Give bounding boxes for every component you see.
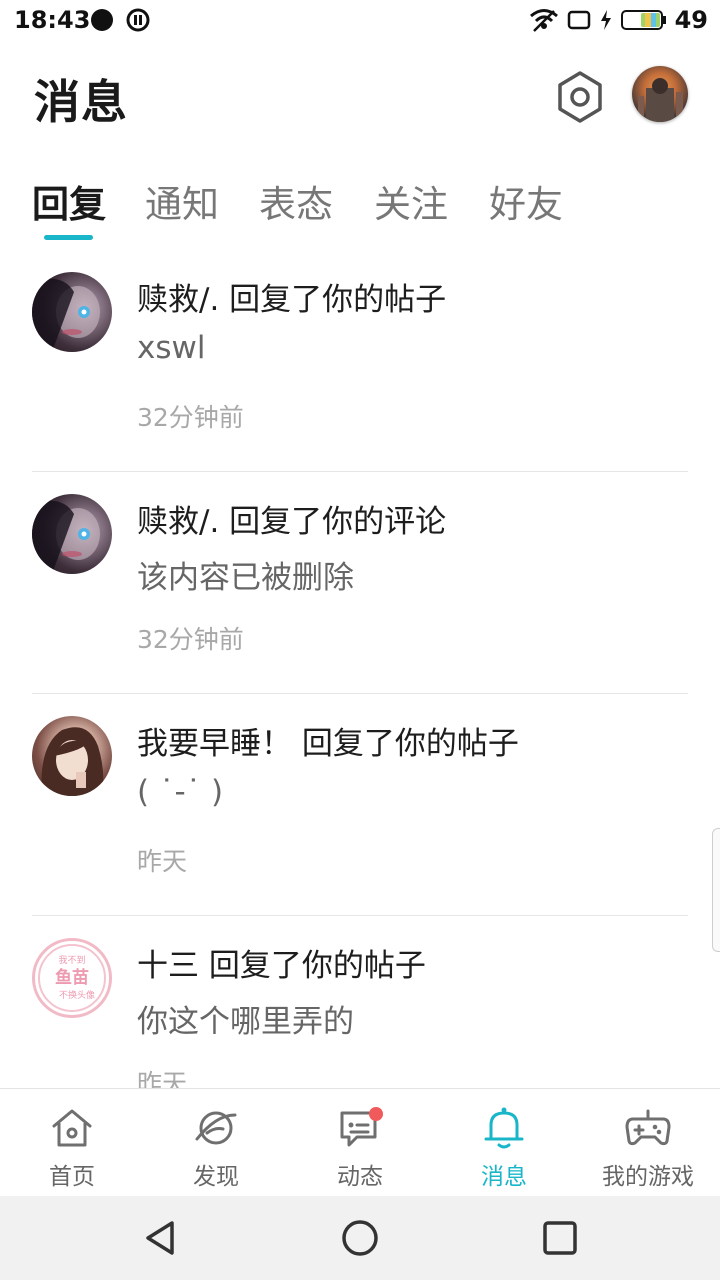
avatar-image (32, 500, 100, 574)
message-body: 你这个哪里弄的 (137, 1004, 354, 1040)
message-title: 赎救/. 回复了你的评论 (137, 504, 447, 540)
tab-friends[interactable]: 好友 (489, 174, 563, 228)
pause-icon (126, 8, 150, 32)
avatar[interactable] (32, 716, 112, 796)
tab-notifications[interactable]: 通知 (145, 174, 219, 228)
screen-icon (567, 10, 590, 30)
settings-hexagon-icon (558, 71, 602, 123)
battery-icon (620, 10, 666, 30)
nav-discover[interactable]: 发现 (144, 1089, 288, 1197)
message-time: 32分钟前 (137, 625, 244, 654)
avatar[interactable]: 我不到 鱼苗 不换头像 (32, 938, 112, 1018)
avatar[interactable] (32, 272, 112, 352)
list-item[interactable]: 赎救/. 回复了你的帖子 xswl 32分钟前 (0, 250, 720, 472)
battery-level: 49 (674, 6, 708, 34)
message-title: 我要早睡！ 回复了你的帖子 (137, 726, 519, 762)
nav-label: 首页 (49, 1164, 95, 1190)
message-body: 该内容已被删除 (137, 560, 354, 596)
bell-icon (484, 1107, 524, 1149)
message-title: 十三 回复了你的帖子 (137, 948, 426, 984)
bottom-navigation: 首页 发现 动态 消息 我的游戏 (0, 1088, 720, 1196)
avatar-image (41, 727, 104, 796)
list-item[interactable]: 我不到 鱼苗 不换头像 十三 回复了你的帖子 你这个哪里弄的 昨天 (0, 916, 720, 1088)
tab-replies[interactable]: 回复 (32, 174, 106, 228)
nav-feed[interactable]: 动态 (288, 1089, 432, 1197)
status-bar: 18:43 49 (0, 0, 720, 40)
avatar[interactable] (32, 494, 112, 574)
avatar-image (638, 78, 683, 122)
page-header: 消息 (0, 60, 720, 140)
notification-badge (369, 1107, 383, 1121)
page-title: 消息 (34, 75, 128, 129)
planet-icon (195, 1111, 237, 1145)
system-navigation-bar (0, 1196, 720, 1280)
tab-reactions[interactable]: 表态 (259, 174, 333, 228)
svg-text:我不到: 我不到 (58, 954, 85, 966)
user-avatar[interactable] (632, 66, 688, 122)
message-time: 昨天 (137, 1069, 188, 1088)
stamp-avatar-image: 我不到 鱼苗 不换头像 (38, 944, 106, 1012)
nav-label: 动态 (337, 1164, 383, 1190)
wifi-icon (529, 9, 558, 32)
tab-bar: 回复 通知 表态 关注 好友 (0, 170, 720, 250)
message-list: 赎救/. 回复了你的帖子 xswl 32分钟前 赎救/. 回复了你的评论 该内容… (0, 250, 720, 1088)
active-tab-indicator (44, 235, 93, 240)
nav-home[interactable]: 首页 (0, 1089, 144, 1197)
recents-square-icon[interactable] (540, 1218, 580, 1258)
svg-text:鱼苗: 鱼苗 (55, 967, 89, 988)
list-item[interactable]: 赎救/. 回复了你的评论 该内容已被删除 32分钟前 (0, 472, 720, 694)
message-body: xswl (137, 330, 206, 366)
back-icon[interactable] (140, 1218, 180, 1258)
nav-label: 消息 (481, 1164, 527, 1190)
nav-messages[interactable]: 消息 (432, 1089, 576, 1197)
message-time: 32分钟前 (137, 403, 244, 432)
settings-button[interactable] (555, 70, 605, 124)
notification-dot-icon (91, 9, 113, 31)
status-time: 18:43 (14, 6, 91, 34)
home-circle-icon[interactable] (340, 1218, 380, 1258)
message-body: ( ˙-˙ ) (137, 774, 224, 810)
svg-text:不换头像: 不换头像 (59, 989, 95, 1001)
home-icon (52, 1109, 92, 1147)
gamepad-icon (625, 1109, 671, 1146)
scroll-handle[interactable] (712, 828, 720, 952)
avatar-image (32, 278, 100, 352)
message-title: 赎救/. 回复了你的帖子 (137, 282, 447, 318)
nav-label: 发现 (193, 1164, 239, 1190)
nav-label: 我的游戏 (602, 1164, 694, 1190)
message-time: 昨天 (137, 847, 188, 876)
nav-my-games[interactable]: 我的游戏 (576, 1089, 720, 1197)
charging-icon (600, 10, 611, 30)
list-item[interactable]: 我要早睡！ 回复了你的帖子 ( ˙-˙ ) 昨天 (0, 694, 720, 916)
tab-follows[interactable]: 关注 (374, 174, 448, 228)
